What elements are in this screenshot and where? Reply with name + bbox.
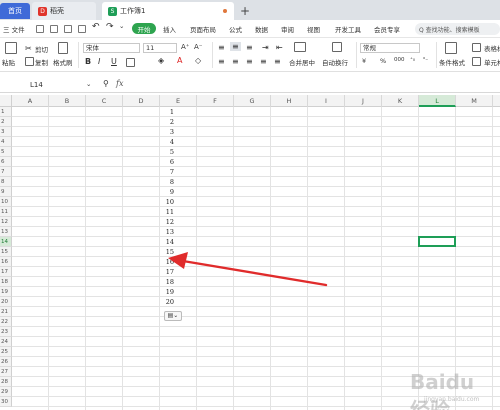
watermark-url: jingyan.baidu.com xyxy=(424,396,480,403)
watermark-brand: Baidu 经验 xyxy=(410,370,475,410)
annotation-arrow xyxy=(168,252,328,287)
watermark: Baidu 经验 jingyan.baidu.com xyxy=(380,368,498,410)
